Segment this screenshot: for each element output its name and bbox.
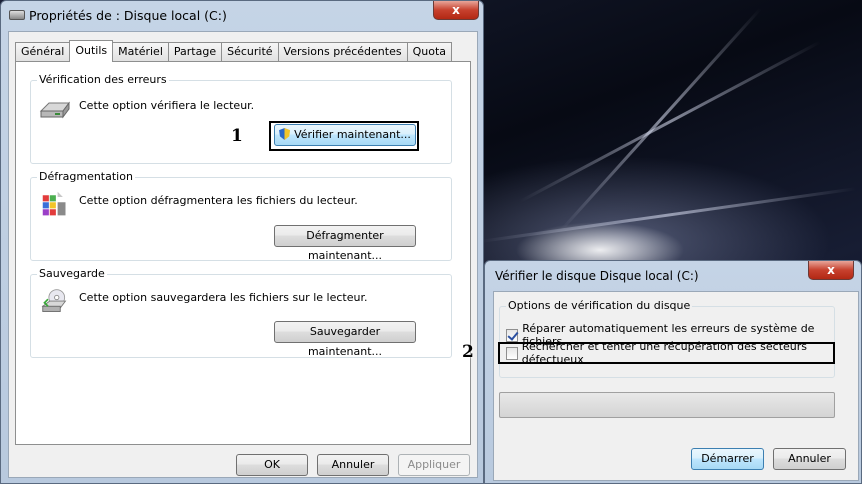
- tab-tools[interactable]: Outils: [69, 40, 114, 62]
- defrag-icon: [42, 191, 66, 216]
- dialog-title-bar[interactable]: Vérifier le disque Disque local (C:) x: [485, 261, 861, 291]
- drive-icon: [39, 101, 70, 119]
- backup-title: Sauvegarde: [37, 267, 107, 280]
- backup-group: Sauvegarde Cette option sauvegardera les…: [30, 267, 452, 358]
- defrag-description: Cette option défragmentera les fichiers …: [79, 194, 358, 207]
- tab-quota[interactable]: Quota: [406, 42, 453, 62]
- progress-bar: [499, 392, 835, 418]
- defrag-group: Défragmentation Cette option défragmente…: [30, 170, 452, 262]
- tools-panel: Vérification des erreurs Cette option vé…: [15, 61, 471, 445]
- tab-previous-versions[interactable]: Versions précédentes: [277, 42, 408, 62]
- ok-button[interactable]: OK: [236, 454, 308, 476]
- defrag-title: Défragmentation: [37, 170, 135, 183]
- properties-window: Propriétés de : Disque local (C:) x Géné…: [0, 0, 484, 484]
- error-check-title: Vérification des erreurs: [37, 73, 169, 86]
- dialog-close-button[interactable]: x: [808, 261, 854, 280]
- apply-button[interactable]: Appliquer: [398, 454, 470, 476]
- backup-icon: [41, 289, 67, 312]
- drive-icon: [9, 10, 25, 20]
- step-1-highlight: [269, 121, 419, 151]
- light-streak: [558, 7, 762, 233]
- light-streak: [479, 187, 857, 243]
- tab-sharing[interactable]: Partage: [167, 42, 223, 62]
- error-check-description: Cette option vérifiera le lecteur.: [79, 99, 255, 112]
- step-1-marker: 1: [231, 126, 243, 146]
- tab-strip: Général Outils Matériel Partage Sécurité…: [15, 40, 453, 62]
- cancel-button[interactable]: Annuler: [317, 454, 389, 476]
- dialog-client: Options de vérification du disque Répare…: [493, 291, 859, 481]
- window-client: Général Outils Matériel Partage Sécurité…: [8, 31, 478, 478]
- step-2-highlight: [498, 342, 835, 364]
- dialog-title: Vérifier le disque Disque local (C:): [495, 269, 699, 283]
- light-streak: [519, 40, 821, 203]
- start-button[interactable]: Démarrer: [691, 448, 764, 470]
- tab-general[interactable]: Général: [15, 42, 71, 62]
- check-disk-dialog: Vérifier le disque Disque local (C:) x O…: [484, 260, 862, 484]
- title-bar[interactable]: Propriétés de : Disque local (C:) x: [1, 1, 483, 31]
- window-title: Propriétés de : Disque local (C:): [29, 8, 227, 23]
- backup-description: Cette option sauvegardera les fichiers s…: [79, 291, 368, 304]
- dialog-cancel-button[interactable]: Annuler: [773, 448, 846, 470]
- close-button[interactable]: x: [433, 1, 479, 20]
- tab-security[interactable]: Sécurité: [221, 42, 279, 62]
- auto-fix-checkbox[interactable]: [506, 328, 519, 342]
- defrag-now-button[interactable]: Défragmenter maintenant...: [274, 225, 416, 262]
- backup-now-button[interactable]: Sauvegarder maintenant...: [274, 321, 416, 358]
- step-2-marker: 2: [462, 342, 474, 362]
- tab-hardware[interactable]: Matériel: [112, 42, 169, 62]
- options-title: Options de vérification du disque: [506, 299, 693, 312]
